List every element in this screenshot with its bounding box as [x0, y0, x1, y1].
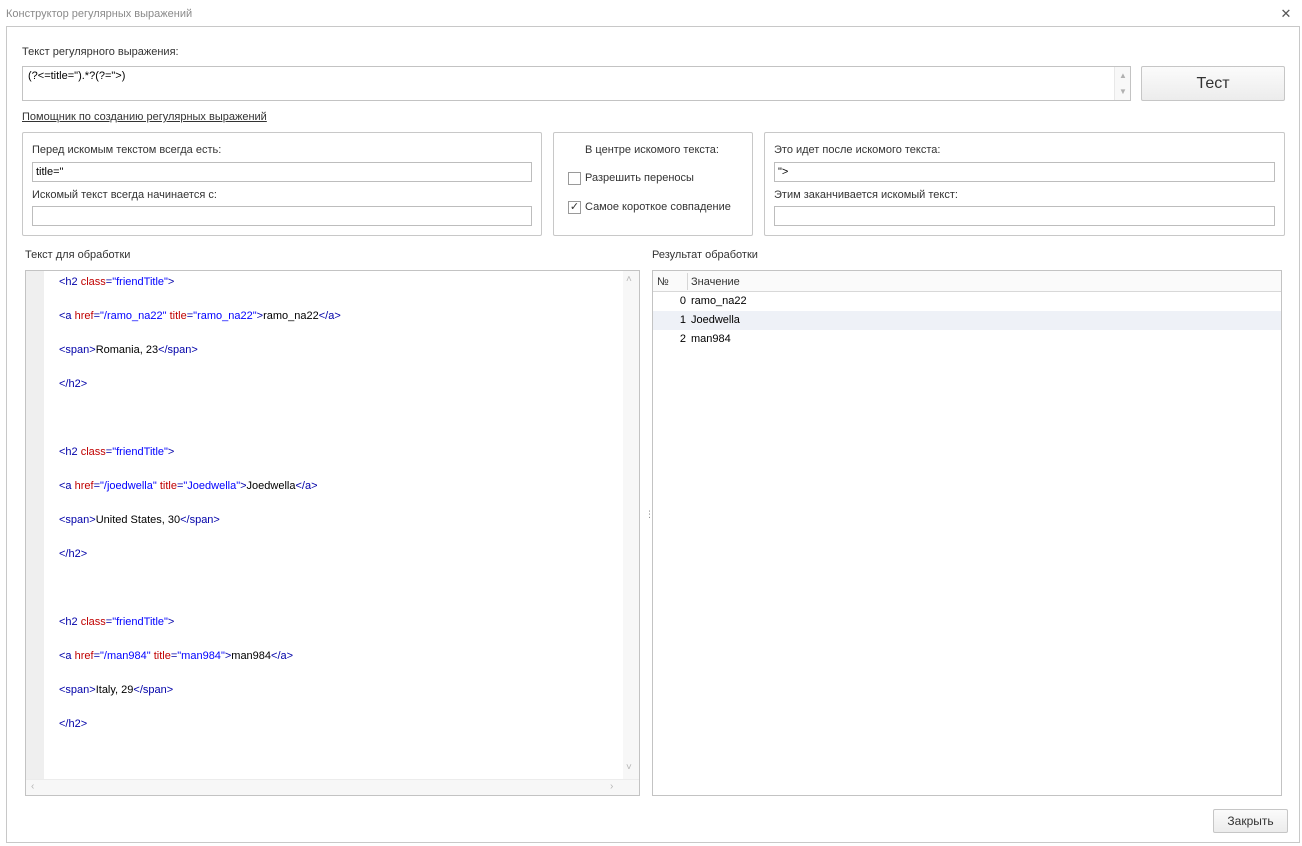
window-title: Конструктор регулярных выражений: [6, 8, 193, 20]
ends-with-label: Этим заканчивается искомый текст:: [774, 189, 958, 201]
source-label: Текст для обработки: [25, 249, 131, 261]
row-value: ramo_na22: [691, 295, 747, 307]
result-grid: № Значение 0 ramo_na22 1 Joedwella 2 man…: [652, 270, 1282, 796]
code-line: <a href="/man984" title="man984">man984<…: [59, 650, 294, 662]
regex-helper-link[interactable]: Помощник по созданию регулярных выражени…: [22, 111, 267, 123]
column-separator: [687, 273, 688, 290]
before-always-input[interactable]: title=": [32, 162, 532, 182]
row-number: 2: [679, 333, 686, 345]
row-value: Joedwella: [691, 314, 740, 326]
editor-vertical-scrollbar[interactable]: ˄ ˅: [623, 271, 639, 779]
center-label: В центре искомого текста:: [585, 144, 719, 156]
code-line: <a href="/ramo_na22" title="ramo_na22">r…: [59, 310, 341, 322]
column-header-num[interactable]: №: [657, 276, 669, 288]
close-icon[interactable]: ✕: [1278, 6, 1294, 22]
scroll-up-icon[interactable]: ▲: [1118, 71, 1128, 81]
code-line: <span>Italy, 29</span>: [59, 684, 174, 696]
after-label: Это идет после искомого текста:: [774, 144, 941, 156]
code-line: <h2 class="friendTitle">: [59, 616, 175, 628]
row-number: 1: [679, 314, 686, 326]
scroll-up-icon[interactable]: ˄: [626, 275, 632, 285]
center-text-group: В центре искомого текста: Разрешить пере…: [553, 132, 753, 236]
regex-input[interactable]: (?<=title=").*?(?=">) ▲ ▼: [22, 66, 1131, 101]
table-row[interactable]: 0 ramo_na22: [653, 292, 1281, 311]
code-line: </h2>: [59, 378, 88, 390]
code-line: <h2 class="friendTitle">: [59, 276, 175, 288]
grid-header: № Значение: [653, 271, 1281, 292]
after-text-group: Это идет после искомого текста: "> Этим …: [764, 132, 1285, 236]
shortest-match-checkbox[interactable]: ✓: [568, 201, 581, 214]
table-row[interactable]: 2 man984: [653, 330, 1281, 349]
title-bar: Конструктор регулярных выражений ✕: [0, 0, 1302, 26]
scroll-left-icon[interactable]: ‹: [31, 782, 34, 792]
code-line: <span>United States, 30</span>: [59, 514, 220, 526]
code-line: <span>Romania, 23</span>: [59, 344, 198, 356]
regex-label: Текст регулярного выражения:: [22, 46, 179, 58]
splitter-grip-icon[interactable]: ⋮: [645, 510, 654, 519]
close-button[interactable]: Закрыть: [1213, 809, 1288, 833]
test-button[interactable]: Тест: [1141, 66, 1285, 101]
allow-wrap-label[interactable]: Разрешить переносы: [585, 172, 694, 184]
table-row[interactable]: 1 Joedwella: [653, 311, 1281, 330]
row-value: man984: [691, 333, 731, 345]
code-line: </h2>: [59, 718, 88, 730]
before-text-group: Перед искомым текстом всегда есть: title…: [22, 132, 542, 236]
before-always-label: Перед искомым текстом всегда есть:: [32, 144, 222, 156]
scroll-right-icon[interactable]: ›: [610, 782, 613, 792]
column-header-value[interactable]: Значение: [691, 276, 740, 288]
code-line: <a href="/joedwella" title="Joedwella">J…: [59, 480, 318, 492]
regex-input-value: (?<=title=").*?(?=">): [28, 70, 126, 82]
source-text-editor[interactable]: <h2 class="friendTitle"> <a href="/ramo_…: [25, 270, 640, 796]
starts-with-label: Искомый текст всегда начинается с:: [32, 189, 217, 201]
row-number: 0: [679, 295, 686, 307]
starts-with-input[interactable]: [32, 206, 532, 226]
scroll-down-icon[interactable]: ˅: [626, 763, 632, 773]
editor-gutter: [26, 271, 44, 779]
ends-with-input[interactable]: [774, 206, 1275, 226]
editor-horizontal-scrollbar[interactable]: ‹ ›: [26, 779, 639, 795]
result-label: Результат обработки: [652, 249, 758, 261]
regex-scrollbar[interactable]: ▲ ▼: [1114, 67, 1130, 100]
allow-wrap-checkbox[interactable]: [568, 172, 581, 185]
after-input[interactable]: ">: [774, 162, 1275, 182]
scroll-down-icon[interactable]: ▼: [1118, 87, 1128, 97]
shortest-match-label[interactable]: Самое короткое совпадение: [585, 201, 731, 213]
code-line: <h2 class="friendTitle">: [59, 446, 175, 458]
code-line: </h2>: [59, 548, 88, 560]
